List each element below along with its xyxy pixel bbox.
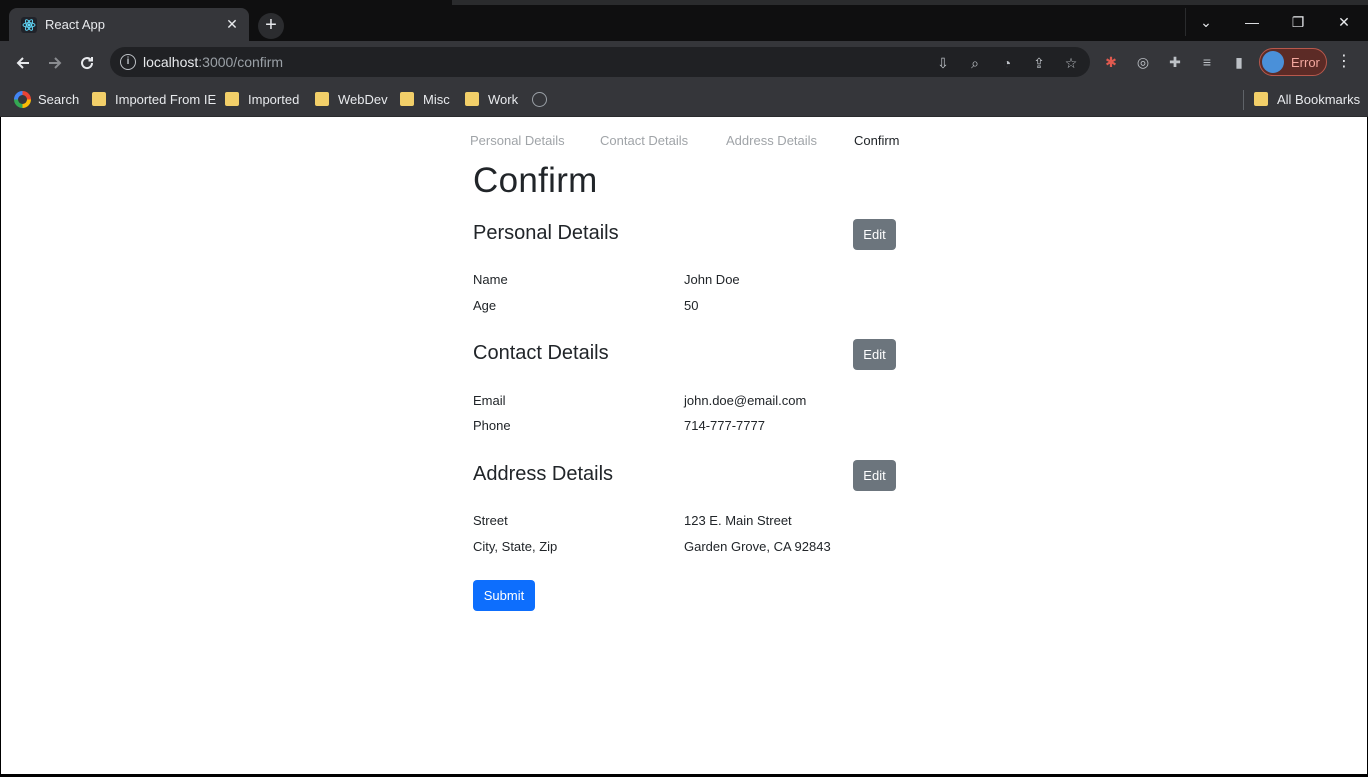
reload-icon (81, 57, 94, 70)
row-label-email: Email (473, 393, 506, 408)
row-label-age: Age (473, 298, 497, 313)
edit-address-button[interactable]: Edit (853, 460, 896, 491)
bookmark-misc[interactable]: Misc (423, 91, 450, 109)
all-bookmarks[interactable]: All Bookmarks (1277, 91, 1360, 109)
browser-toolbar: i localhost:3000/confirm ⇩ ⌕ ◔ ⇪ ☆ ✱ ◎ ✚… (0, 41, 1368, 83)
folder-icon (225, 92, 239, 106)
title-bar-strip (452, 0, 1368, 5)
tab-close-icon[interactable]: ✕ (223, 15, 241, 33)
site-info-icon[interactable]: i (120, 54, 136, 70)
browser-window: React App ✕ + ⌄ — ❐ ✕ i localhost:3000/c… (0, 0, 1368, 777)
submit-button[interactable]: Submit (473, 580, 535, 611)
share-icon[interactable]: ⇪ (1030, 54, 1048, 72)
folder-icon (92, 92, 106, 106)
step-contact-details[interactable]: Contact Details (600, 133, 688, 148)
folder-icon (465, 92, 479, 106)
folder-icon (400, 92, 414, 106)
back-button[interactable] (9, 49, 37, 77)
minimize-button[interactable]: — (1229, 8, 1275, 36)
step-confirm[interactable]: Confirm (854, 133, 900, 148)
profile-button[interactable]: Error (1259, 48, 1327, 76)
browser-tab[interactable]: React App ✕ (9, 8, 249, 41)
close-window-button[interactable]: ✕ (1321, 8, 1367, 36)
row-value-city-state-zip: Garden Grove, CA 92843 (684, 539, 831, 554)
globe-icon[interactable] (532, 92, 547, 107)
side-panel-icon[interactable]: ▮ (1230, 53, 1248, 71)
row-value-street: 123 E. Main Street (684, 513, 792, 528)
bookmark-imported-from-ie[interactable]: Imported From IE (115, 91, 216, 109)
extension-icon[interactable]: ✱ (1102, 53, 1120, 71)
react-icon (21, 17, 37, 33)
row-label-name: Name (473, 272, 508, 287)
step-nav: Personal Details Contact Details Address… (470, 133, 910, 151)
row-value-name: John Doe (684, 272, 740, 287)
step-personal-details[interactable]: Personal Details (470, 133, 565, 148)
edit-personal-button[interactable]: Edit (853, 219, 896, 250)
section-title-contact: Contact Details (473, 342, 609, 364)
section-title-address: Address Details (473, 463, 614, 485)
performance-icon[interactable]: ◔ (998, 54, 1016, 72)
profile-status: Error (1291, 55, 1320, 70)
back-arrow-icon (16, 57, 29, 69)
title-bar: React App ✕ + ⌄ — ❐ ✕ (0, 0, 1368, 41)
extensions-puzzle-icon[interactable]: ✚ (1166, 53, 1184, 71)
row-label-phone: Phone (473, 418, 511, 433)
install-app-icon[interactable]: ⇩ (934, 54, 952, 72)
profile-avatar-icon (1262, 51, 1284, 73)
bookmarks-bar: Search Imported From IE Imported WebDev … (0, 83, 1368, 117)
row-value-email: john.doe@email.com (684, 393, 807, 408)
section-title-personal: Personal Details (473, 222, 619, 244)
row-label-city-state-zip: City, State, Zip (473, 539, 558, 554)
browser-menu-icon[interactable]: ⋮ (1335, 53, 1353, 71)
reload-button[interactable] (73, 49, 101, 77)
tab-search-icon[interactable]: ⌄ (1183, 8, 1229, 36)
media-control-icon[interactable]: ≡ (1198, 53, 1216, 71)
bookmark-search[interactable]: Search (38, 91, 79, 109)
forward-arrow-icon (49, 57, 62, 69)
bookmark-imported[interactable]: Imported (248, 91, 299, 109)
zoom-icon[interactable]: ⌕ (966, 54, 984, 72)
extension-record-icon[interactable]: ◎ (1134, 53, 1152, 71)
bookmark-work[interactable]: Work (488, 91, 518, 109)
bookmarks-divider (1243, 90, 1244, 110)
folder-icon (1254, 92, 1268, 106)
step-address-details[interactable]: Address Details (726, 133, 817, 148)
page-viewport: Personal Details Contact Details Address… (1, 117, 1367, 774)
folder-icon (315, 92, 329, 106)
row-value-phone: 714-777-7777 (684, 418, 765, 433)
restore-button[interactable]: ❐ (1275, 8, 1321, 36)
url-text[interactable]: localhost:3000/confirm (143, 54, 283, 70)
page-title: Confirm (473, 161, 598, 200)
google-icon (14, 91, 31, 108)
forward-button[interactable] (41, 49, 69, 77)
address-bar[interactable]: i localhost:3000/confirm ⇩ ⌕ ◔ ⇪ ☆ (110, 47, 1090, 77)
bookmark-star-icon[interactable]: ☆ (1062, 54, 1080, 72)
edit-contact-button[interactable]: Edit (853, 339, 896, 370)
tab-title: React App (45, 17, 105, 32)
row-value-age: 50 (684, 298, 699, 313)
row-label-street: Street (473, 513, 508, 528)
url-path: :3000/confirm (198, 54, 284, 70)
url-host: localhost (143, 54, 199, 70)
bookmark-webdev[interactable]: WebDev (338, 91, 388, 109)
new-tab-button[interactable]: + (258, 13, 284, 39)
